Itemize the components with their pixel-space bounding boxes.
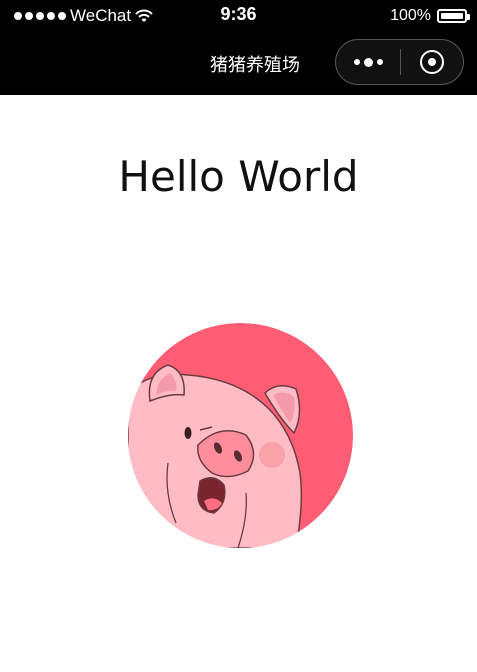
battery-percent: 100% [390, 7, 431, 24]
pig-avatar[interactable] [128, 323, 353, 548]
battery-icon [437, 9, 470, 23]
menu-capsule [335, 39, 464, 85]
more-dots-icon [353, 57, 383, 67]
navigation-bar: 猪猪养殖场 [0, 32, 477, 95]
more-button[interactable] [336, 40, 400, 84]
battery-status: 100% [390, 5, 470, 27]
close-circle-icon [420, 50, 444, 74]
close-button[interactable] [401, 40, 463, 84]
pig-illustration [128, 323, 353, 548]
status-bar: WeChat 9:36 100% [0, 0, 477, 32]
greeting-text: Hello World [118, 152, 359, 201]
